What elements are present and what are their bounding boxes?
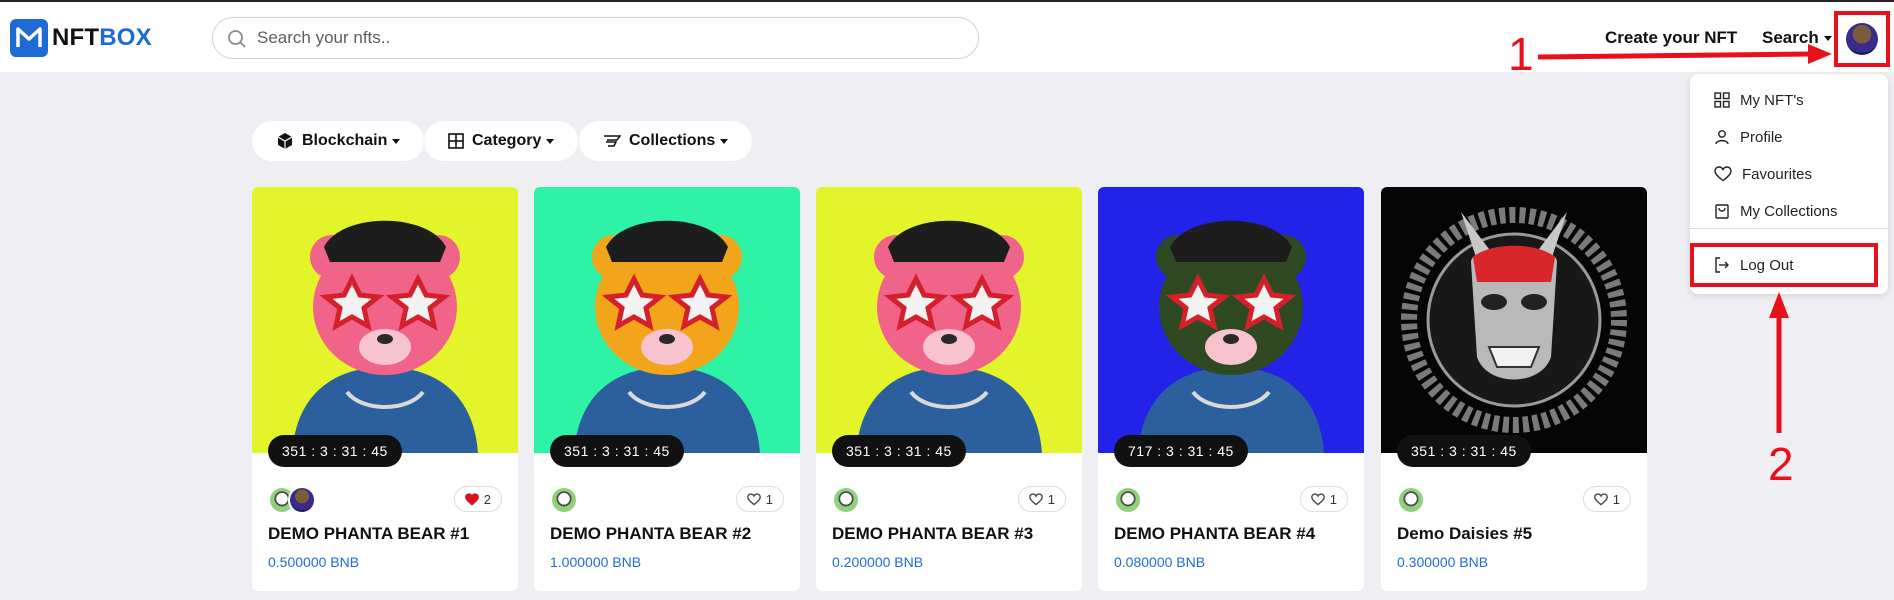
search-input[interactable] bbox=[257, 18, 957, 58]
nft-card[interactable]: 351 : 3 : 31 : 45 1 DEMO PHANTA BEAR #2 1.0… bbox=[534, 187, 800, 591]
like-count: 1 bbox=[765, 491, 773, 507]
filter-collections[interactable]: Collections bbox=[579, 121, 753, 161]
user-icon bbox=[1715, 130, 1729, 145]
owner-avatar[interactable] bbox=[1114, 486, 1142, 514]
logo-mark-icon bbox=[10, 19, 48, 57]
menu-item-profile[interactable]: Profile bbox=[1714, 125, 1783, 149]
caret-down-icon bbox=[720, 138, 729, 144]
like-button[interactable]: 1 bbox=[735, 486, 784, 512]
menu-item-favourites[interactable]: Favourites bbox=[1714, 162, 1812, 186]
nft-card[interactable]: 717 : 3 : 31 : 45 1 DEMO PHANTA BEAR #4 0.0… bbox=[1098, 187, 1364, 591]
heart-icon bbox=[1714, 166, 1732, 182]
nft-card[interactable]: 351 : 3 : 31 : 45 1 DEMO PHANTA BEAR #3 0.2… bbox=[816, 187, 1082, 591]
filter-label: Collections bbox=[629, 132, 716, 149]
like-button[interactable]: 2 bbox=[453, 486, 502, 512]
nft-name[interactable]: DEMO PHANTA BEAR #4 bbox=[1114, 524, 1315, 544]
nft-artwork bbox=[1098, 187, 1364, 453]
nft-price: 0.500000 BNB bbox=[268, 554, 360, 570]
heart-icon bbox=[1310, 492, 1325, 505]
nft-name[interactable]: DEMO PHANTA BEAR #1 bbox=[268, 524, 469, 544]
search-bar[interactable] bbox=[212, 17, 979, 59]
owner-avatar[interactable] bbox=[1397, 486, 1425, 514]
filter-label: Category bbox=[472, 132, 542, 149]
auction-timer: 717 : 3 : 31 : 45 bbox=[1114, 435, 1248, 467]
auction-timer: 351 : 3 : 31 : 45 bbox=[550, 435, 684, 467]
like-count: 1 bbox=[1329, 491, 1337, 507]
caret-down-icon bbox=[1823, 36, 1832, 42]
nft-name[interactable]: DEMO PHANTA BEAR #3 bbox=[832, 524, 1033, 544]
collection-icon bbox=[604, 135, 621, 147]
menu-item-label: Profile bbox=[1740, 128, 1783, 146]
grid-icon bbox=[448, 133, 464, 149]
nft-artwork bbox=[534, 187, 800, 453]
caret-down-icon bbox=[546, 138, 555, 144]
nft-artwork bbox=[1381, 187, 1647, 453]
nft-price: 0.080000 BNB bbox=[1114, 554, 1206, 570]
menu-item-my-nfts[interactable]: My NFT's bbox=[1714, 88, 1804, 112]
nft-artwork bbox=[816, 187, 1082, 453]
nft-image[interactable] bbox=[1381, 187, 1647, 453]
like-count: 2 bbox=[483, 491, 491, 507]
filter-blockchain[interactable]: Blockchain bbox=[252, 121, 425, 161]
nftbox-logo[interactable]: NFTBOX bbox=[10, 19, 152, 57]
owner-avatar[interactable] bbox=[550, 486, 578, 514]
user-avatar[interactable] bbox=[1846, 23, 1878, 55]
owner-avatar[interactable] bbox=[832, 486, 860, 514]
menu-item-label: Favourites bbox=[1742, 165, 1813, 183]
create-nft-link[interactable]: Create your NFT bbox=[1605, 28, 1737, 48]
nft-price: 0.300000 BNB bbox=[1397, 554, 1489, 570]
menu-divider bbox=[1690, 228, 1888, 229]
top-navbar: NFTBOX Create your NFT Search bbox=[0, 0, 1894, 72]
logo-text: NFTBOX bbox=[52, 24, 152, 51]
like-button[interactable]: 1 bbox=[1582, 486, 1631, 512]
arrow-2-head bbox=[1769, 292, 1789, 318]
nft-image[interactable] bbox=[534, 187, 800, 453]
search-menu-link[interactable]: Search bbox=[1762, 28, 1832, 48]
auction-timer: 351 : 3 : 31 : 45 bbox=[832, 435, 966, 467]
auction-timer: 351 : 3 : 31 : 45 bbox=[268, 435, 402, 467]
menu-item-label: My Collections bbox=[1740, 202, 1838, 220]
heart-icon bbox=[746, 492, 761, 505]
nft-price: 0.200000 BNB bbox=[832, 554, 924, 570]
menu-item-label: My NFT's bbox=[1740, 91, 1804, 109]
nft-artwork bbox=[252, 187, 518, 453]
annotation-number-1: 1 bbox=[1508, 28, 1534, 80]
annotation-number-2: 2 bbox=[1768, 438, 1794, 490]
owner-avatar[interactable] bbox=[288, 486, 316, 514]
like-count: 1 bbox=[1047, 491, 1055, 507]
heart-icon bbox=[464, 492, 479, 505]
search-menu-label: Search bbox=[1762, 28, 1819, 47]
search-icon bbox=[228, 30, 246, 48]
nft-name[interactable]: DEMO PHANTA BEAR #2 bbox=[550, 524, 751, 544]
nft-image[interactable] bbox=[1098, 187, 1364, 453]
logout-highlight-box bbox=[1690, 243, 1878, 287]
avatar-highlight-box bbox=[1834, 11, 1890, 67]
nft-card[interactable]: 351 : 3 : 31 : 45 1 Demo Daisies #5 0.30000… bbox=[1381, 187, 1647, 591]
nft-name[interactable]: Demo Daisies #5 bbox=[1397, 524, 1532, 544]
bag-icon bbox=[1715, 204, 1729, 219]
menu-item-my-collections[interactable]: My Collections bbox=[1714, 199, 1838, 223]
like-button[interactable]: 1 bbox=[1017, 486, 1066, 512]
heart-icon bbox=[1593, 492, 1608, 505]
like-count: 1 bbox=[1612, 491, 1620, 507]
nft-image[interactable] bbox=[816, 187, 1082, 453]
heart-icon bbox=[1028, 492, 1043, 505]
like-button[interactable]: 1 bbox=[1299, 486, 1348, 512]
nft-image[interactable] bbox=[252, 187, 518, 453]
cube-icon bbox=[277, 133, 293, 149]
filter-label: Blockchain bbox=[302, 132, 388, 149]
nft-price: 1.000000 BNB bbox=[550, 554, 642, 570]
auction-timer: 351 : 3 : 31 : 45 bbox=[1397, 435, 1531, 467]
filter-category[interactable]: Category bbox=[424, 121, 579, 161]
grid-icon bbox=[1714, 92, 1730, 108]
nft-card[interactable]: 351 : 3 : 31 : 45 2 DEMO PHANTA BEAR #1 0.5… bbox=[252, 187, 518, 591]
caret-down-icon bbox=[392, 138, 401, 144]
